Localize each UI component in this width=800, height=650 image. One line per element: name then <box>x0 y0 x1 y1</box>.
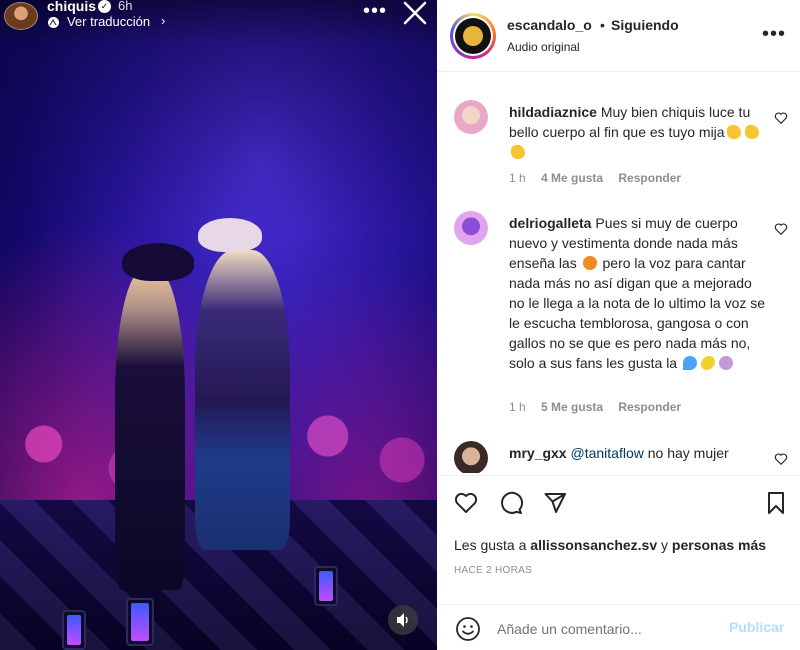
clapping-hands-icon <box>726 125 741 139</box>
see-translation-link[interactable]: Ver traducción <box>67 14 150 29</box>
comment-text: mry_gxx @tanitaflow no hay mujer <box>509 445 729 461</box>
lemon-icon <box>701 356 715 370</box>
story-time: 6h <box>118 0 133 13</box>
audience-phone <box>126 598 154 646</box>
avatar[interactable] <box>454 100 488 134</box>
peach-icon <box>582 256 597 270</box>
verified-badge-icon: ✓ <box>98 0 111 13</box>
audio-link[interactable]: Audio original <box>507 40 580 54</box>
comments-list[interactable]: hildadiaznice Muy bien chiquis luce tu b… <box>437 73 800 473</box>
performer-man <box>195 250 290 550</box>
following-button[interactable]: Siguiendo <box>611 17 679 33</box>
more-options-icon[interactable]: ••• <box>363 0 387 23</box>
comment-icon[interactable] <box>499 491 523 515</box>
liked-by-text: Les gusta a allissonsanchez.sv y persona… <box>454 537 767 553</box>
person-shrugging-icon <box>719 356 733 370</box>
comment-time: 1 h <box>509 171 526 185</box>
story-header: chiquis ✓ 6h Ver traducción › ••• <box>0 0 437 44</box>
reply-button[interactable]: Responder <box>618 400 681 414</box>
volume-icon <box>397 613 408 627</box>
clapping-hands-icon <box>744 125 759 139</box>
post-username[interactable]: escandalo_o <box>507 17 592 33</box>
avatar[interactable] <box>454 441 488 473</box>
heart-icon[interactable] <box>774 222 788 236</box>
audience-phone <box>314 566 338 606</box>
comment-meta: 1 h 4 Me gusta Responder <box>509 171 693 185</box>
comment-username[interactable]: mry_gxx <box>509 445 567 461</box>
emoji-icon[interactable] <box>455 616 481 642</box>
avatar[interactable] <box>4 2 38 30</box>
volume-toggle-button[interactable] <box>388 605 418 635</box>
share-paper-plane-icon[interactable] <box>543 491 567 515</box>
like-heart-icon[interactable] <box>454 491 478 515</box>
liked-by-others-link[interactable]: personas más <box>672 537 766 553</box>
heart-icon[interactable] <box>774 111 788 125</box>
comment-username[interactable]: hildadiaznice <box>509 104 597 120</box>
post-header: escandalo_o • Siguiendo Audio original •… <box>437 0 800 72</box>
liked-by-user-link[interactable]: allissonsanchez.sv <box>530 537 657 553</box>
heart-icon[interactable] <box>774 452 788 466</box>
translate-icon <box>47 16 60 29</box>
mention-link[interactable]: @tanitaflow <box>570 445 643 461</box>
comment-username[interactable]: delriogalleta <box>509 215 591 231</box>
story-video[interactable]: chiquis ✓ 6h Ver traducción › ••• <box>0 0 437 650</box>
comment-likes[interactable]: 5 Me gusta <box>541 400 603 414</box>
comment-composer: Publicar <box>437 604 800 650</box>
post-actions: Les gusta a allissonsanchez.sv y persona… <box>437 475 800 641</box>
post-timestamp: HACE 2 HORAS <box>454 565 533 576</box>
save-bookmark-icon[interactable] <box>764 491 788 515</box>
more-options-icon[interactable]: ••• <box>762 24 786 44</box>
publish-button[interactable]: Publicar <box>729 619 784 635</box>
close-icon[interactable] <box>400 0 430 28</box>
white-hat <box>198 218 262 252</box>
separator-dot: • <box>600 17 605 33</box>
clapping-hands-icon <box>511 145 525 159</box>
comment-input[interactable] <box>497 617 717 641</box>
comment-time: 1 h <box>509 400 526 414</box>
reply-button[interactable]: Responder <box>618 171 681 185</box>
comment-text: hildadiaznice Muy bien chiquis luce tu b… <box>509 102 769 162</box>
comment-likes[interactable]: 4 Me gusta <box>541 171 603 185</box>
account-logo <box>455 18 491 54</box>
avatar[interactable] <box>454 211 488 245</box>
post-panel: escandalo_o • Siguiendo Audio original •… <box>437 0 800 650</box>
audience-phone <box>62 610 86 650</box>
black-hat <box>122 243 194 281</box>
chevron-right-icon: › <box>161 13 166 28</box>
comment-meta: 1 h 5 Me gusta Responder <box>509 400 693 414</box>
sweat-droplets-icon <box>683 356 697 370</box>
avatar[interactable] <box>450 13 496 59</box>
story-username[interactable]: chiquis <box>47 0 96 14</box>
performer-woman <box>115 270 185 590</box>
comment-text: delriogalleta Pues si muy de cuerpo nuev… <box>509 215 766 371</box>
